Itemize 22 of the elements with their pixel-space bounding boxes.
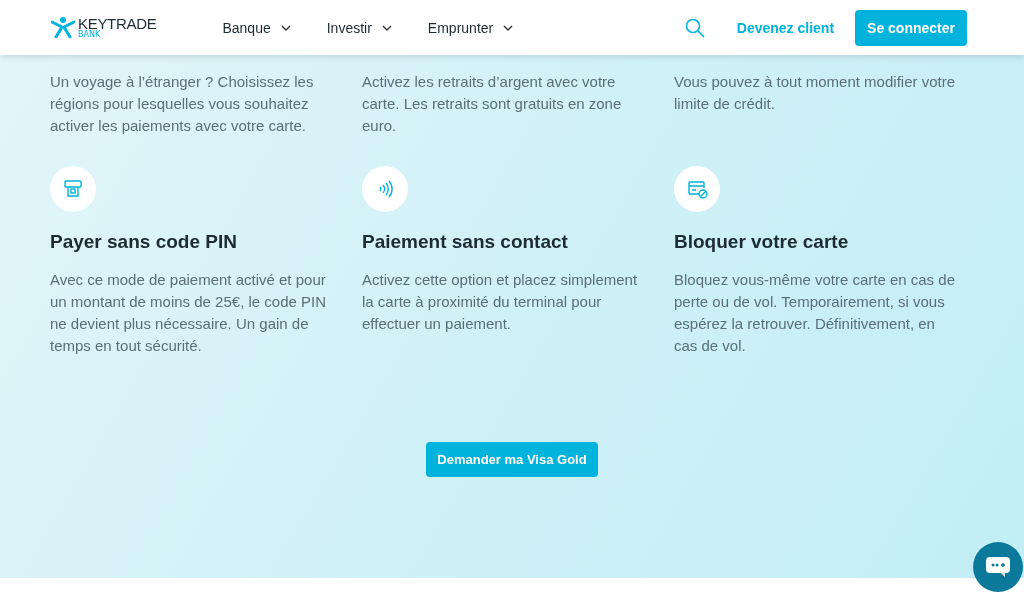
feature-description: Bloquez vous-même votre carte en cas de perte ou de vol. Temporairement, si vous espérez la retrouver. Définitivement, en cas de vol. [674,270,956,356]
logo-subtext: BANK [78,31,101,39]
star-figure-icon [51,16,75,38]
feature-title: Bloquer votre carte [674,231,850,253]
feature-description: Activez cette option et placez simplement la carte à proximité du terminal pour effectuer un paiement. [362,270,639,334]
feature-description: Avec ce mode de paiement activé et pour un montant de moins de 25€, le code PIN ne devient plus nécessaire. Un gain de temps en tout sécurité. [50,270,327,356]
nav-menu[interactable]: Investir [323,15,395,40]
chevron-down-icon [280,24,291,31]
logo-text[interactable]: KEYTRADE [78,16,157,31]
blocked-card-icon [686,178,708,200]
nav-menu[interactable]: Banque [219,15,294,40]
nav-menu[interactable]: Emprunter [424,15,517,40]
chevron-down-icon [381,24,392,31]
chat-bubble-icon [985,556,1011,578]
atm-icon [62,178,84,200]
search-icon[interactable] [684,17,705,38]
feature-description: Vous pouvez à tout moment modifier votre limite de crédit. [674,72,956,114]
feature-title: Paiement sans contact [362,231,569,253]
chevron-down-icon [503,24,514,31]
feature-description: Activez les retraits d’argent avec votre carte. Les retraits sont gratuits en zone euro. [362,72,623,136]
feature-title: Payer sans code PIN [50,231,238,253]
feature-description: Un voyage à l’étranger ? Choisissez les régions pour lesquelles vous souhaitez activer les paiements avec votre carte. [50,72,315,136]
